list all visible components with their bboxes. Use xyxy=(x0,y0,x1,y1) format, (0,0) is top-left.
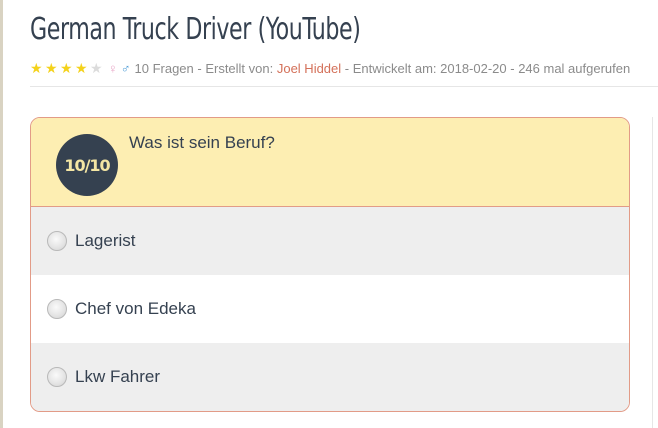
quiz-stats: - Entwickelt am: 2018-02-20 - 246 mal au… xyxy=(341,60,631,76)
star-icon[interactable]: ★ xyxy=(75,61,89,75)
answer-option[interactable]: Lkw Fahrer xyxy=(31,343,629,411)
star-icon[interactable]: ★ xyxy=(60,61,74,75)
question-count: 10 Fragen xyxy=(134,60,194,76)
quiz-page: German Truck Driver (YouTube) ★ ★ ★ ★ ★ … xyxy=(0,0,658,428)
female-icon: ♀ xyxy=(108,60,118,76)
quiz-meta: ★ ★ ★ ★ ★ ♀ ♂ 10 Fragen - Erstellt von: … xyxy=(30,59,630,77)
star-icon[interactable]: ★ xyxy=(45,61,59,75)
question-text: Was ist sein Beruf? xyxy=(129,133,275,152)
star-icon[interactable]: ★ xyxy=(30,61,44,75)
left-border xyxy=(0,0,3,428)
sidebar-divider xyxy=(652,117,653,428)
radio-button[interactable] xyxy=(47,299,67,319)
answer-option[interactable]: Chef von Edeka xyxy=(31,275,629,343)
answer-label: Lkw Fahrer xyxy=(75,367,161,386)
radio-button[interactable] xyxy=(47,231,67,251)
page-title: German Truck Driver (YouTube) xyxy=(30,12,361,47)
radio-button[interactable] xyxy=(47,367,67,387)
question-header: 10/10 Was ist sein Beruf? xyxy=(31,118,629,207)
answer-label: Lagerist xyxy=(75,231,136,250)
star-icon[interactable]: ★ xyxy=(90,61,104,75)
answer-option[interactable]: Lagerist xyxy=(31,207,629,275)
question-counter-badge: 10/10 xyxy=(56,134,118,196)
question-card: 10/10 Was ist sein Beruf? Lagerist Chef … xyxy=(30,117,630,412)
created-by-label: - Erstellt von: xyxy=(193,60,277,76)
author-link[interactable]: Joel Hiddel xyxy=(277,61,341,76)
male-icon: ♂ xyxy=(120,60,131,76)
answer-label: Chef von Edeka xyxy=(75,299,196,318)
divider xyxy=(30,86,658,87)
